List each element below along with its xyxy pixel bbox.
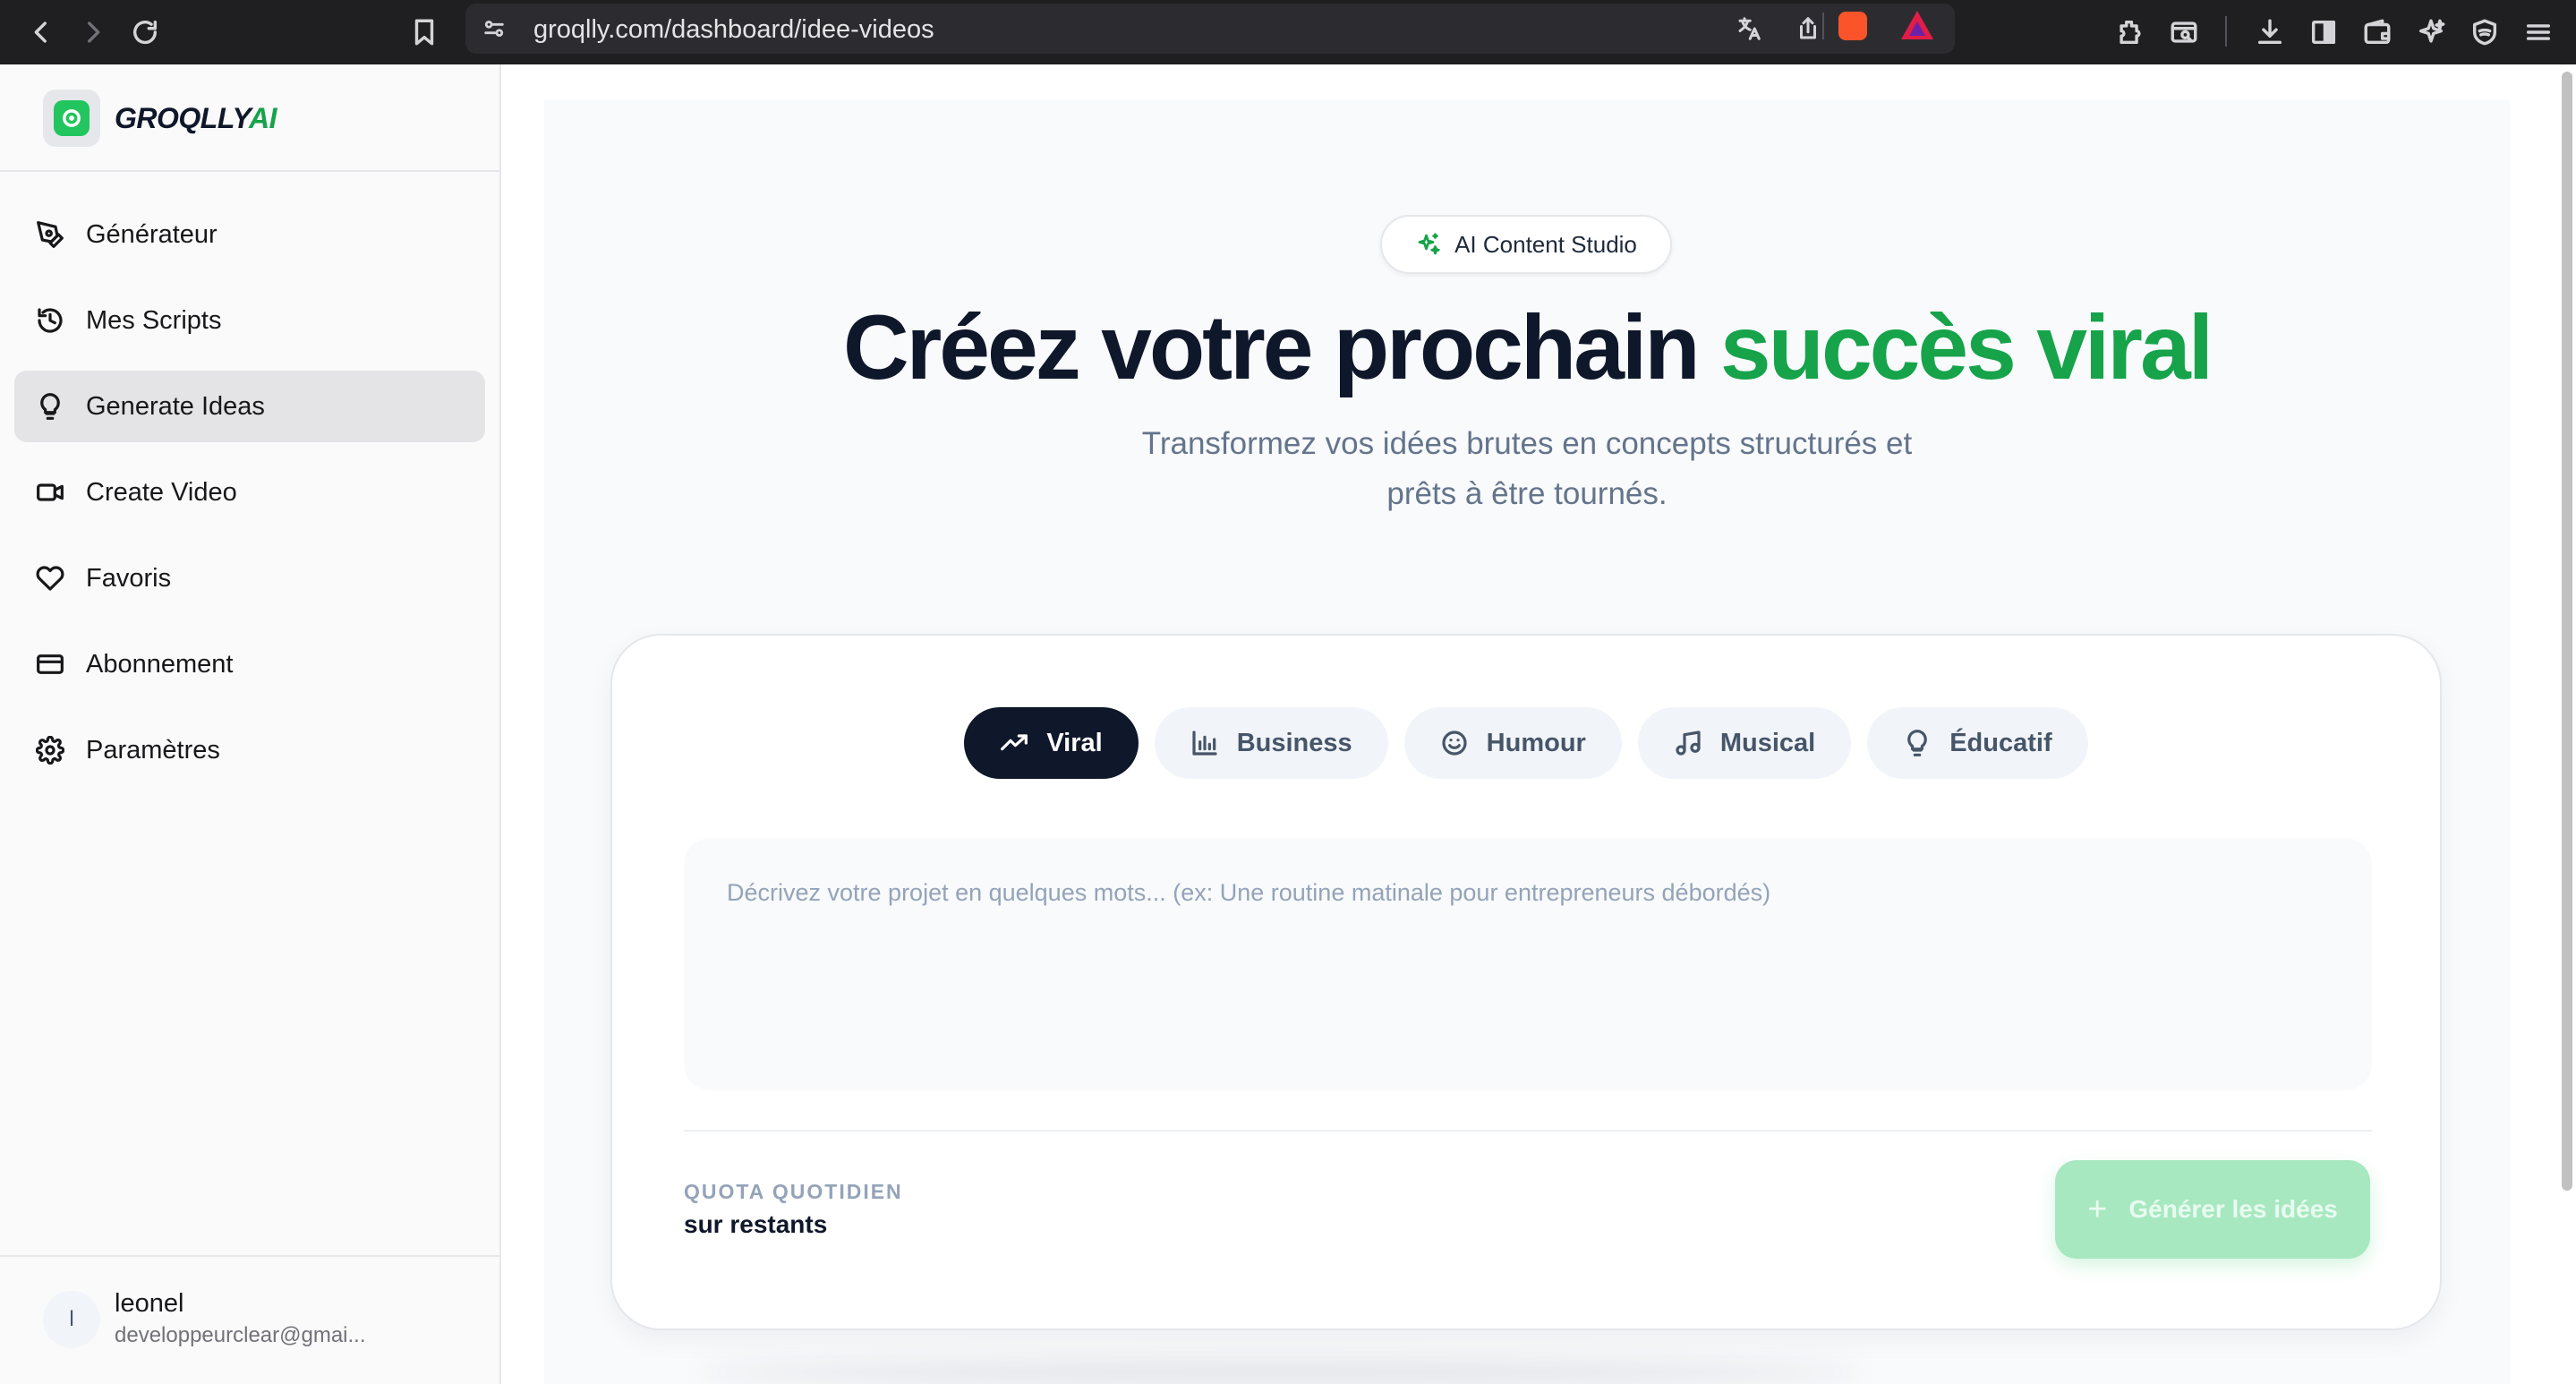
divider: [2225, 16, 2227, 47]
tab-humour[interactable]: Humour: [1403, 707, 1622, 779]
tab-label: Éducatif: [1949, 728, 2052, 757]
site-settings-icon[interactable]: [474, 9, 514, 48]
sidebar-item-label: Générateur: [86, 219, 218, 249]
tab-business[interactable]: Business: [1154, 707, 1388, 779]
page-title: Créez votre prochain succès viral: [544, 294, 2510, 401]
brand-name: GROQLLYAI: [115, 102, 277, 134]
trending-up-icon: [1001, 734, 1028, 751]
sidebar-item-abonnement[interactable]: Abonnement: [14, 628, 485, 700]
leo-ai-icon[interactable]: [2411, 13, 2451, 52]
tab-label: Business: [1236, 728, 1352, 757]
reload-icon[interactable]: [125, 13, 165, 52]
sidebar-item-parametres[interactable]: Paramètres: [14, 714, 485, 786]
sidebar-item-label: Generate Ideas: [86, 391, 265, 421]
sidebar-item-generateur[interactable]: Générateur: [14, 199, 485, 270]
badge-label: AI Content Studio: [1454, 230, 1637, 258]
divider: [0, 170, 499, 172]
wallet-icon[interactable]: [2358, 13, 2397, 52]
ai-content-studio-badge: AI Content Studio: [1380, 215, 1672, 274]
pen-tool-icon: [37, 221, 64, 248]
brave-shields-icon[interactable]: [1838, 12, 1867, 40]
tab-label: Viral: [1046, 728, 1103, 757]
sidebar-item-favoris[interactable]: Favoris: [14, 542, 485, 614]
user-name: leonel: [115, 1289, 184, 1318]
scrollbar-thumb[interactable]: [2562, 72, 2572, 1191]
reader-mode-icon[interactable]: [2164, 13, 2204, 52]
generate-button-label: Générer les idées: [2128, 1195, 2338, 1223]
sidebar-item-create-video[interactable]: Create Video: [14, 457, 485, 528]
address-bar[interactable]: groqlly.com/dashboard/idee-videos: [465, 4, 1955, 54]
logo-icon: [54, 100, 90, 136]
quota-value: sur restants: [684, 1210, 828, 1238]
bar-chart-icon: [1192, 730, 1217, 756]
bookmark-icon[interactable]: [405, 13, 444, 52]
gear-icon: [36, 736, 64, 765]
music-note-icon: [1676, 730, 1701, 756]
divider: [0, 1255, 499, 1257]
page-scrollbar[interactable]: [2558, 64, 2576, 1384]
page-subtitle: Transformez vos idées brutes en concepts…: [544, 419, 2510, 519]
history-icon: [38, 308, 63, 333]
sidebar-item-label: Create Video: [86, 477, 237, 507]
tab-label: Humour: [1486, 728, 1586, 757]
divider: [684, 1130, 2372, 1132]
divider: [1822, 13, 1824, 39]
heart-icon: [36, 566, 64, 591]
subtitle-line: prêts à être tournés.: [1386, 476, 1668, 511]
sidebar-item-label: Abonnement: [86, 649, 234, 679]
sidebar-toggle-icon[interactable]: [2304, 13, 2343, 52]
video-camera-icon: [37, 483, 64, 501]
app-logo[interactable]: [43, 90, 100, 147]
category-tabs: Viral Business Humour Musical Éducatif: [612, 707, 2440, 779]
sidebar-nav: Générateur Mes Scripts Generate Ideas Cr…: [14, 199, 485, 800]
plus-icon: +: [2087, 1190, 2108, 1228]
lightbulb-icon: [1907, 730, 1928, 756]
smile-icon: [1442, 730, 1467, 756]
tab-musical[interactable]: Musical: [1637, 707, 1852, 779]
tab-educatif[interactable]: Éducatif: [1867, 707, 2088, 779]
headline-text: Créez votre prochain: [842, 296, 1701, 398]
vpn-shield-icon[interactable]: [2465, 13, 2504, 52]
sidebar-item-label: Paramètres: [86, 735, 220, 765]
headline-accent: succès viral: [1719, 296, 2213, 398]
menu-icon[interactable]: [2519, 13, 2558, 52]
sidebar-item-label: Mes Scripts: [86, 305, 222, 335]
user-email: developpeurclear@gmai...: [115, 1323, 366, 1347]
back-icon[interactable]: [21, 13, 61, 52]
generate-ideas-button[interactable]: + Générer les idées: [2055, 1160, 2370, 1259]
sidebar-item-label: Favoris: [86, 563, 172, 593]
url-text[interactable]: groqlly.com/dashboard/idee-videos: [533, 15, 934, 45]
tab-viral[interactable]: Viral: [964, 707, 1139, 779]
sidebar: GROQLLYAI Générateur Mes Scripts Generat…: [0, 64, 501, 1384]
lightbulb-icon: [40, 393, 60, 420]
translate-icon[interactable]: [1729, 9, 1769, 48]
brave-rewards-icon[interactable]: [1901, 11, 1933, 39]
credit-card-icon: [37, 654, 64, 674]
extensions-icon[interactable]: [2111, 13, 2150, 52]
idea-generator-card: Viral Business Humour Musical Éducatif Q…: [610, 634, 2442, 1330]
tab-label: Musical: [1719, 728, 1816, 757]
subtitle-line: Transformez vos idées brutes en concepts…: [1141, 426, 1913, 461]
sidebar-item-mes-scripts[interactable]: Mes Scripts: [14, 285, 485, 356]
quota-label: QUOTA QUOTIDIEN: [684, 1180, 903, 1203]
project-description-input[interactable]: [684, 838, 2372, 1090]
avatar[interactable]: l: [43, 1291, 100, 1348]
download-icon[interactable]: [2250, 13, 2290, 52]
sidebar-item-generate-ideas[interactable]: Generate Ideas: [14, 371, 485, 442]
decorative-shadow: [698, 1361, 1862, 1384]
sparkles-icon: [1418, 233, 1440, 255]
forward-icon[interactable]: [73, 13, 113, 52]
browser-toolbar: groqlly.com/dashboard/idee-videos: [0, 0, 2576, 64]
